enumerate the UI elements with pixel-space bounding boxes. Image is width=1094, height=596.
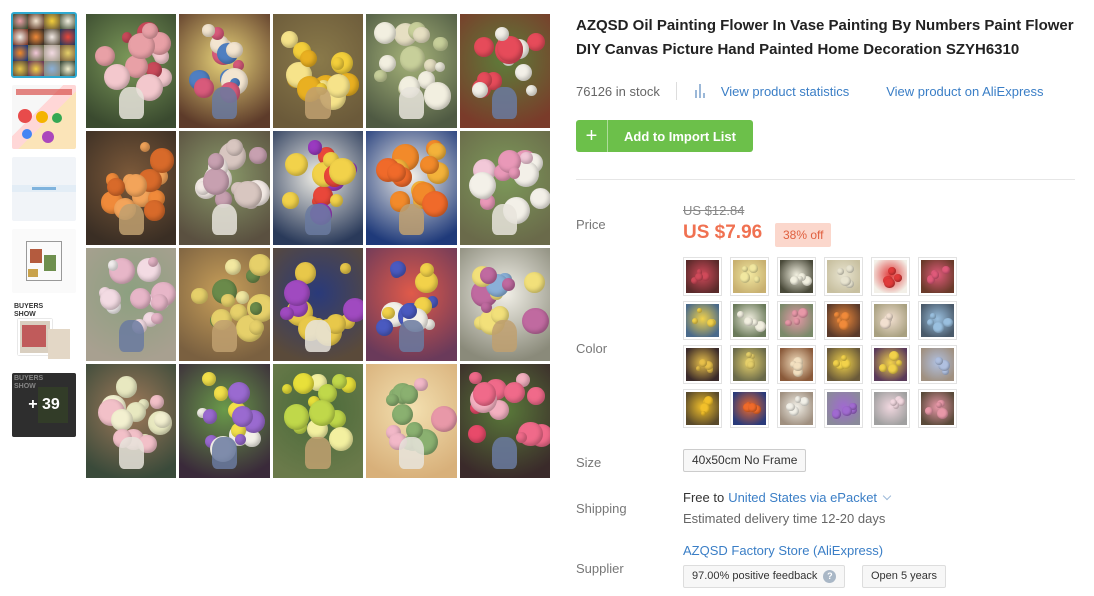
sale-price: US $7.96 bbox=[683, 222, 763, 243]
painting-tile bbox=[86, 247, 177, 362]
painting-tile bbox=[272, 247, 364, 362]
thumbnail-list: BUYERS SHOW BUYERS SHOW + 39 bbox=[11, 12, 77, 445]
color-swatch[interactable] bbox=[730, 257, 769, 296]
painting-tile bbox=[366, 364, 457, 478]
product-meta-row: 76126 in stock View product statistics V… bbox=[576, 82, 1076, 100]
painting-tile bbox=[366, 14, 457, 128]
shipping-destination-dropdown[interactable]: United States via ePacket bbox=[728, 490, 877, 505]
painting-tile bbox=[272, 14, 364, 128]
thumbnail-5[interactable]: BUYERS SHOW bbox=[12, 301, 76, 365]
painting-tile bbox=[179, 247, 270, 362]
thumbnail-2[interactable] bbox=[12, 85, 76, 149]
color-swatch[interactable] bbox=[777, 345, 816, 384]
color-swatch-list bbox=[683, 257, 973, 428]
painting-tile bbox=[179, 130, 270, 245]
size-option[interactable]: 40x50cm No Frame bbox=[683, 449, 807, 472]
store-age-badge: Open 5 years bbox=[862, 565, 947, 588]
chevron-down-icon[interactable] bbox=[882, 491, 892, 500]
thumbnail-1[interactable] bbox=[11, 12, 77, 78]
painting-tile bbox=[459, 130, 550, 245]
color-swatch[interactable] bbox=[777, 257, 816, 296]
thumbnail-4[interactable] bbox=[12, 229, 76, 293]
painting-tile bbox=[86, 14, 177, 128]
color-swatch[interactable] bbox=[918, 257, 957, 296]
painting-tile bbox=[459, 364, 550, 478]
color-swatch[interactable] bbox=[871, 301, 910, 340]
discount-badge: 38% off bbox=[775, 223, 832, 247]
product-info: AZQSD Oil Painting Flower In Vase Painti… bbox=[576, 14, 1076, 152]
add-to-import-list-label: Add to Import List bbox=[624, 128, 736, 144]
color-swatch[interactable] bbox=[871, 345, 910, 384]
add-to-import-list-button[interactable]: + Add to Import List bbox=[576, 120, 753, 152]
color-swatch[interactable] bbox=[871, 389, 910, 428]
product-title: AZQSD Oil Painting Flower In Vase Painti… bbox=[576, 17, 1074, 58]
painting-tile bbox=[86, 364, 177, 478]
color-swatch[interactable] bbox=[683, 301, 722, 340]
more-images-count: + 39 bbox=[12, 373, 76, 437]
plus-icon: + bbox=[576, 120, 608, 152]
thumbnail-3[interactable] bbox=[12, 157, 76, 221]
help-icon[interactable]: ? bbox=[823, 570, 837, 583]
color-swatch[interactable] bbox=[777, 389, 816, 428]
painting-tile bbox=[179, 364, 270, 478]
color-swatch[interactable] bbox=[871, 257, 910, 296]
color-swatch[interactable] bbox=[824, 389, 863, 428]
shipping-free-text: Free to bbox=[683, 490, 725, 505]
color-swatch[interactable] bbox=[824, 345, 863, 384]
supplier-store-link[interactable]: AZQSD Factory Store (AliExpress) bbox=[683, 543, 883, 558]
painting-tile bbox=[459, 14, 550, 128]
color-swatch[interactable] bbox=[824, 257, 863, 296]
painting-tile bbox=[272, 364, 364, 478]
feedback-text: 97.00% positive feedback bbox=[692, 570, 818, 582]
bar-chart-icon bbox=[694, 84, 709, 98]
original-price: US $12.84 bbox=[683, 203, 745, 218]
color-swatch[interactable] bbox=[777, 301, 816, 340]
color-swatch[interactable] bbox=[918, 301, 957, 340]
view-statistics-link[interactable]: View product statistics bbox=[721, 84, 849, 99]
color-swatch[interactable] bbox=[683, 345, 722, 384]
section-divider bbox=[576, 179, 1075, 180]
supplier-label: Supplier bbox=[576, 561, 624, 576]
color-swatch[interactable] bbox=[683, 389, 722, 428]
color-swatch[interactable] bbox=[918, 389, 957, 428]
color-label: Color bbox=[576, 341, 608, 356]
color-swatch[interactable] bbox=[730, 345, 769, 384]
color-swatch[interactable] bbox=[824, 301, 863, 340]
color-swatch[interactable] bbox=[730, 301, 769, 340]
painting-tile bbox=[86, 130, 177, 245]
thumbnail-more[interactable]: BUYERS SHOW + 39 bbox=[12, 373, 76, 437]
stock-count: 76126 in stock bbox=[576, 83, 660, 99]
shipping-destination-row: Free to United States via ePacket bbox=[683, 490, 892, 505]
shipping-label: Shipping bbox=[576, 501, 627, 516]
delivery-estimate: Estimated delivery time 12-20 days bbox=[683, 511, 886, 526]
painting-tile bbox=[366, 247, 457, 362]
size-label: Size bbox=[576, 455, 602, 470]
painting-tile bbox=[272, 130, 364, 245]
view-on-aliexpress-link[interactable]: View product on AliExpress bbox=[886, 84, 1043, 99]
painting-tile bbox=[366, 130, 457, 245]
color-swatch[interactable] bbox=[730, 389, 769, 428]
color-swatch[interactable] bbox=[683, 257, 722, 296]
price-label: Price bbox=[576, 217, 606, 232]
color-swatch[interactable] bbox=[918, 345, 957, 384]
meta-divider bbox=[675, 82, 677, 100]
painting-tile bbox=[179, 14, 270, 128]
main-product-image[interactable] bbox=[86, 14, 550, 478]
painting-tile bbox=[459, 247, 550, 362]
feedback-badge: 97.00% positive feedback ? bbox=[683, 565, 846, 588]
